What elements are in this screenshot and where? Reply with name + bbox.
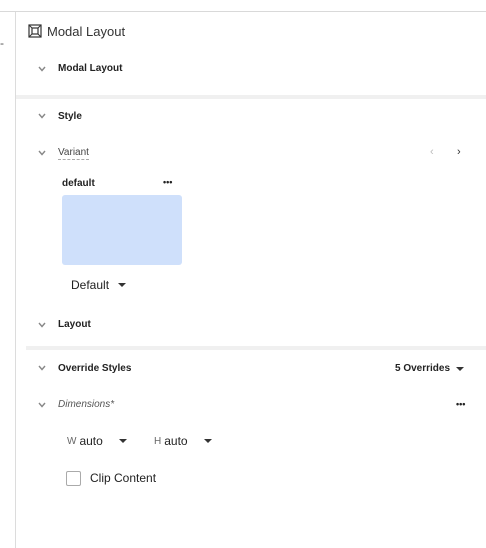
width-prefix: W <box>67 435 77 447</box>
panel-header: Modal Layout <box>28 21 125 41</box>
dimensions-menu-icon[interactable]: ••• <box>456 399 465 409</box>
clip-content-checkbox[interactable] <box>66 471 81 486</box>
previous-variant-icon[interactable]: ‹ <box>430 146 434 158</box>
section-style[interactable]: Style <box>58 111 82 122</box>
section-layout[interactable]: Layout <box>58 319 91 330</box>
chevron-down-icon[interactable] <box>37 111 47 121</box>
height-select[interactable]: H auto <box>154 434 212 448</box>
caret-down-icon <box>118 439 127 443</box>
variant-select[interactable]: Default <box>71 278 127 292</box>
properties-panel: Modal Layout Modal Layout Style Variant … <box>16 12 486 548</box>
left-panel-strip: - <box>0 12 15 548</box>
section-divider <box>16 95 486 99</box>
variant-card-menu-icon[interactable]: ••• <box>163 177 172 187</box>
next-variant-icon[interactable]: › <box>457 146 461 158</box>
height-value: auto <box>164 434 188 448</box>
section-dimensions[interactable]: Dimensions* <box>58 399 114 410</box>
chevron-down-icon[interactable] <box>37 64 47 74</box>
chevron-down-icon[interactable] <box>37 363 47 373</box>
chevron-down-icon[interactable] <box>37 148 47 158</box>
section-modal-layout[interactable]: Modal Layout <box>58 63 122 74</box>
width-value: auto <box>79 434 103 448</box>
chevron-left-icon[interactable]: - <box>0 36 6 50</box>
clip-content-label[interactable]: Clip Content <box>90 471 156 485</box>
variant-select-value: Default <box>71 278 110 292</box>
caret-down-icon <box>118 283 127 287</box>
height-prefix: H <box>154 435 162 447</box>
overrides-count: 5 Overrides <box>395 363 451 374</box>
width-select[interactable]: W auto <box>67 434 127 448</box>
caret-down-icon <box>203 439 212 443</box>
caret-down-icon <box>456 366 465 371</box>
panel-title: Modal Layout <box>47 23 126 39</box>
overrides-dropdown[interactable]: 5 Overrides <box>395 363 465 374</box>
variant-preview-swatch[interactable] <box>62 195 182 265</box>
variant-label[interactable]: Variant <box>58 147 89 160</box>
modal-layout-icon <box>28 24 42 38</box>
chevron-down-icon[interactable] <box>37 320 47 330</box>
variant-card-name: default <box>62 178 95 189</box>
section-override-styles[interactable]: Override Styles <box>58 363 131 374</box>
section-divider <box>26 346 486 350</box>
chevron-down-icon[interactable] <box>37 400 47 410</box>
